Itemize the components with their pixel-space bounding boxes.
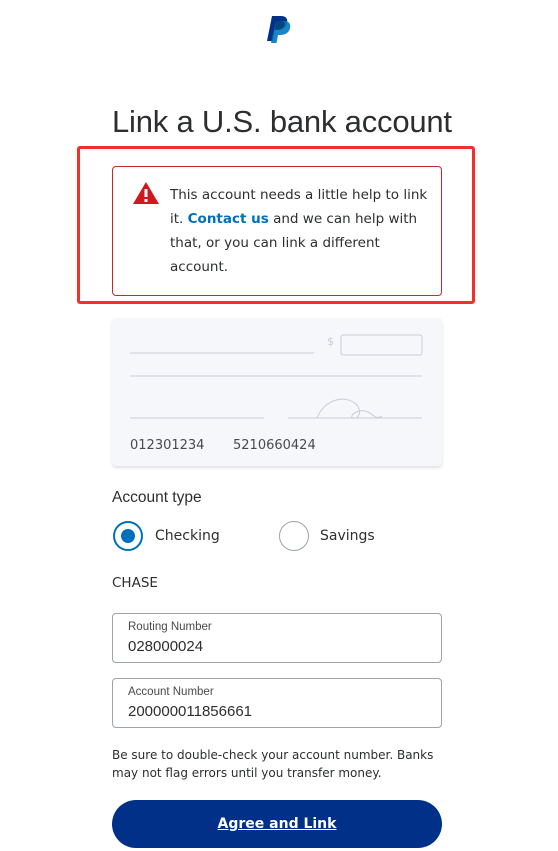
dollar-sign: $	[327, 335, 334, 348]
routing-number-field[interactable]: Routing Number 028000024	[112, 613, 442, 663]
account-number-value[interactable]: 200000011856661	[128, 703, 252, 720]
bank-name: CHASE	[112, 575, 158, 591]
agree-and-link-button[interactable]: Agree and Link	[112, 800, 442, 848]
account-type-label: Account type	[112, 489, 202, 506]
page-title: Link a U.S. bank account	[112, 104, 452, 139]
disclaimer-text: Be sure to double-check your account num…	[112, 748, 434, 780]
account-number-label: Account Number	[128, 686, 214, 698]
check-account-number: 5210660424	[233, 438, 316, 453]
routing-number-label: Routing Number	[128, 621, 212, 633]
savings-radio[interactable]	[279, 521, 309, 551]
savings-label[interactable]: Savings	[320, 528, 375, 544]
error-alert: This account needs a little help to link…	[112, 166, 442, 296]
warning-triangle-icon	[132, 181, 160, 205]
account-number-field[interactable]: Account Number 200000011856661	[112, 678, 442, 728]
checking-label[interactable]: Checking	[155, 528, 220, 544]
checking-radio[interactable]	[113, 521, 143, 551]
contact-us-link[interactable]: Contact us	[188, 211, 269, 227]
routing-number-value[interactable]: 028000024	[128, 638, 203, 655]
check-illustration: $ 012301234 5210660424	[112, 318, 442, 466]
alert-message: This account needs a little help to link…	[170, 183, 430, 279]
check-routing-number: 012301234	[130, 438, 205, 453]
paypal-logo-icon	[263, 14, 293, 44]
